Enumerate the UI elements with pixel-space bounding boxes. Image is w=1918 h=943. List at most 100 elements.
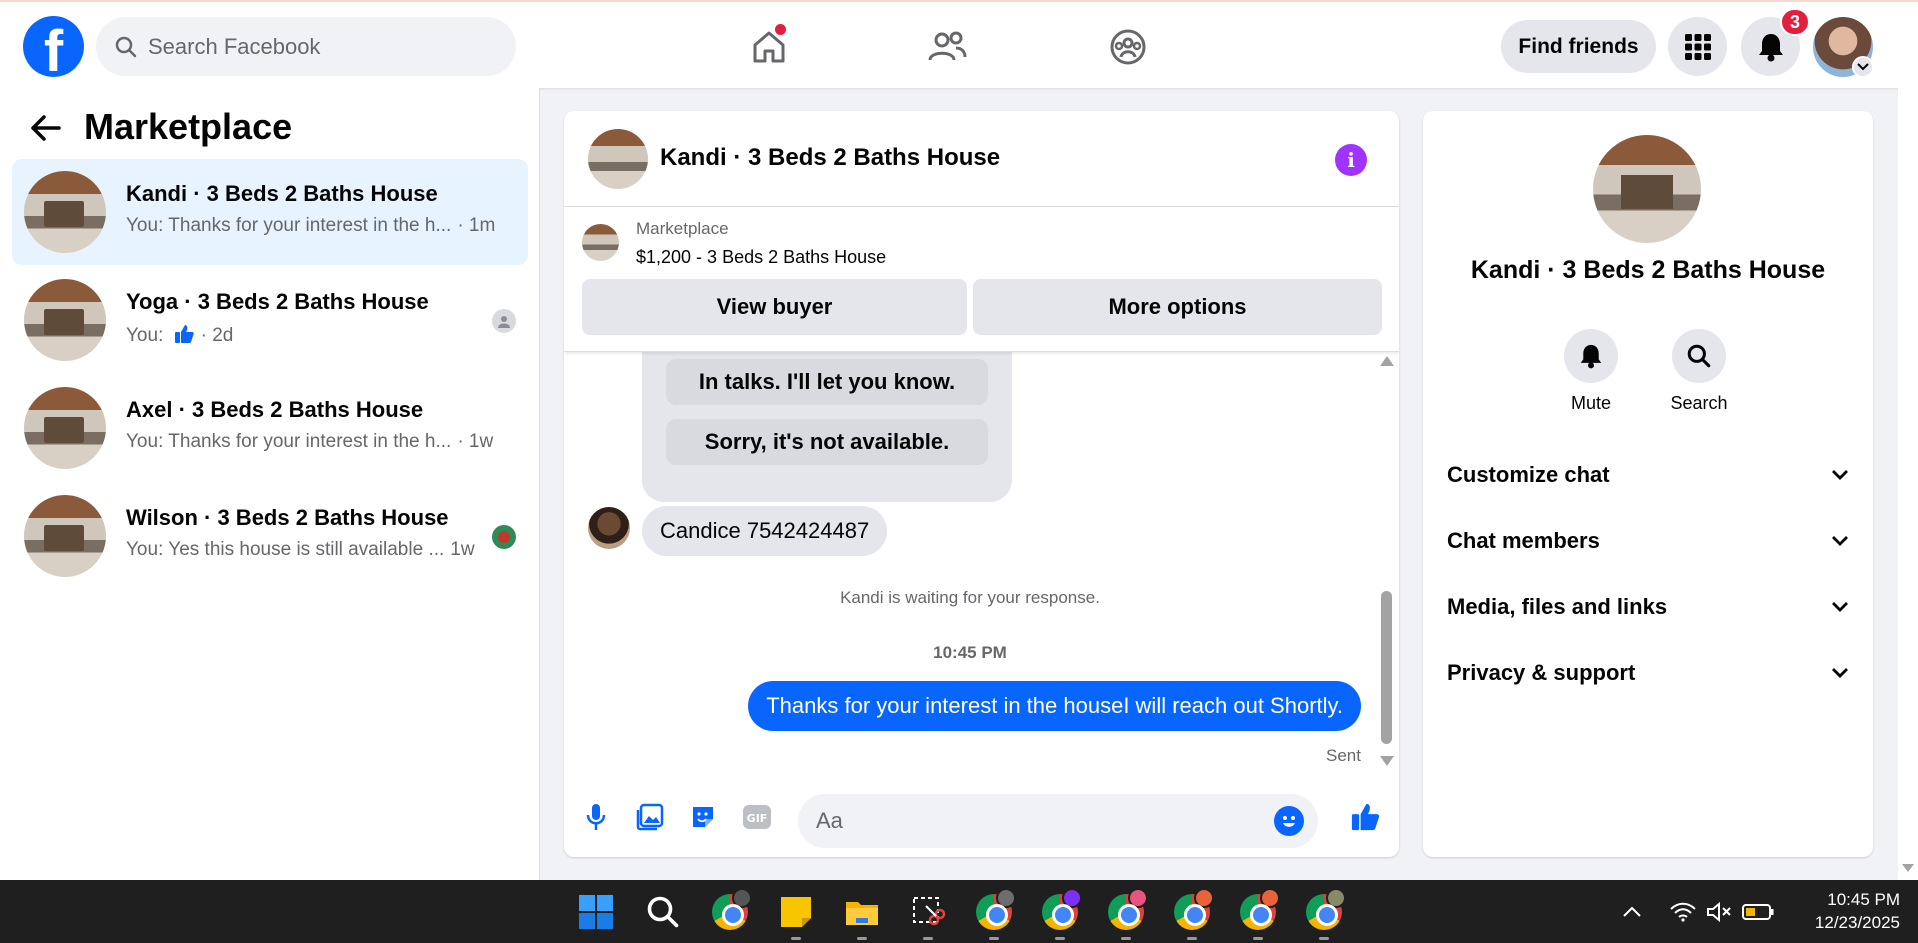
conversation-item[interactable]: Axel · 3 Beds 2 Baths House You: Thanks … (12, 375, 528, 481)
chrome-app-icon[interactable] (1174, 888, 1214, 930)
folder-icon (846, 902, 878, 925)
voice-clip-button[interactable] (579, 800, 613, 834)
media-files-links-section[interactable]: Media, files and links (1447, 587, 1849, 627)
conversation-snippet: You: Thanks for your interest in the h..… (126, 215, 496, 236)
quick-reply-button[interactable]: In talks. I'll let you know. (666, 359, 988, 405)
grid-menu-icon (1684, 33, 1711, 60)
system-clock[interactable]: 10:45 PM 12/23/2025 (1790, 888, 1900, 934)
gif-button[interactable]: GIF (740, 800, 774, 834)
chrome-app-icon[interactable] (1042, 888, 1082, 930)
chrome-app-icon[interactable] (712, 888, 752, 930)
chevron-down-icon (1832, 668, 1848, 678)
section-label: Customize chat (1447, 462, 1610, 487)
scroll-down-arrow[interactable] (1380, 756, 1394, 766)
customize-chat-section[interactable]: Customize chat (1447, 455, 1849, 495)
listing-thumbnail[interactable] (582, 224, 619, 261)
scroll-up-arrow[interactable] (1380, 356, 1394, 366)
emoji-button[interactable] (1274, 806, 1304, 836)
mute-action[interactable]: Mute (1551, 329, 1631, 414)
chat-members-section[interactable]: Chat members (1447, 521, 1849, 561)
back-button[interactable] (30, 114, 62, 147)
page-title: Marketplace (84, 106, 293, 147)
message-composer: GIF (564, 782, 1399, 857)
snipping-tool-app-icon[interactable] (910, 894, 946, 930)
friends-icon (928, 31, 967, 61)
attach-photo-button[interactable] (633, 800, 667, 834)
privacy-support-section[interactable]: Privacy & support (1447, 653, 1849, 693)
conversation-name: Yoga · 3 Beds 2 Baths House (126, 289, 429, 314)
nav-groups[interactable] (1103, 22, 1153, 72)
account-chevron[interactable] (1852, 56, 1874, 78)
volume-status[interactable] (1706, 880, 1732, 943)
chat-avatar[interactable] (588, 129, 648, 189)
marketplace-sidebar: Marketplace Kandi · 3 Beds 2 Baths House… (0, 88, 540, 880)
thumbs-up-icon (1351, 803, 1380, 831)
view-buyer-button[interactable]: View buyer (582, 279, 967, 335)
search-box[interactable] (96, 17, 516, 76)
sticky-notes-app-icon[interactable] (778, 894, 814, 930)
find-friends-button[interactable]: Find friends (1501, 20, 1656, 73)
chrome-app-icon[interactable] (976, 888, 1016, 930)
search-input[interactable] (148, 17, 498, 76)
details-title: Kandi · 3 Beds 2 Baths House (1470, 256, 1826, 284)
chrome-app-icon[interactable] (1306, 888, 1346, 930)
sender-avatar[interactable] (588, 507, 630, 549)
arrow-left-icon (31, 115, 61, 141)
sticker-button[interactable] (686, 800, 720, 834)
profile-badge (1326, 888, 1346, 908)
scroll-thumb[interactable] (1381, 591, 1392, 744)
listing-label: Marketplace (636, 219, 729, 238)
quick-reply-button[interactable]: Sorry, it's not available. (666, 419, 988, 465)
image-icon (636, 803, 664, 831)
conversation-item[interactable]: Wilson · 3 Beds 2 Baths House You: Yes t… (12, 483, 528, 589)
listing-photo[interactable] (1593, 135, 1701, 243)
snipping-tool-icon (913, 897, 946, 926)
wifi-icon (1670, 902, 1696, 922)
profile-badge (1260, 888, 1280, 908)
app-running-indicator (1253, 937, 1263, 940)
listing-thumbnail (24, 171, 106, 253)
page-scrollbar[interactable] (1898, 88, 1918, 880)
chat-title[interactable]: Kandi · 3 Beds 2 Baths House (660, 144, 1000, 172)
listing-thumbnail (24, 387, 106, 469)
show-hidden-icons-button[interactable] (1622, 880, 1642, 943)
section-label: Privacy & support (1447, 660, 1636, 685)
message-input[interactable] (816, 794, 1256, 848)
nav-friends[interactable] (922, 22, 972, 72)
mute-button[interactable] (1564, 329, 1618, 383)
search-action[interactable]: Search (1659, 329, 1739, 414)
menu-button[interactable] (1668, 17, 1727, 76)
chevron-down-icon (1832, 536, 1848, 546)
network-status[interactable] (1670, 880, 1696, 943)
incoming-message: Candice 7542424487 (642, 506, 888, 556)
listing-price-title[interactable]: $1,200 - 3 Beds 2 Baths House (636, 247, 886, 268)
start-button[interactable] (578, 894, 614, 930)
conversation-item[interactable]: Kandi · 3 Beds 2 Baths House You: Thanks… (12, 159, 528, 265)
message-input-wrap[interactable] (798, 794, 1318, 848)
message-scrollbar[interactable] (1378, 352, 1394, 782)
search-in-chat-button[interactable] (1672, 329, 1726, 383)
battery-status[interactable] (1742, 880, 1774, 943)
profile-badge (1128, 888, 1148, 908)
more-options-button[interactable]: More options (973, 279, 1382, 335)
listing-thumbnail (24, 495, 106, 577)
clock-time: 10:45 PM (1827, 890, 1900, 909)
app-running-indicator (1319, 937, 1329, 940)
chrome-app-icon[interactable] (1108, 888, 1148, 930)
windows-icon (579, 895, 613, 929)
taskbar-search-button[interactable] (645, 894, 681, 930)
facebook-logo[interactable]: f (23, 16, 84, 77)
mute-label: Mute (1570, 393, 1612, 413)
app-running-indicator (1055, 937, 1065, 940)
file-explorer-app-icon[interactable] (844, 894, 880, 930)
chevron-down-icon (1832, 602, 1848, 612)
nav-home[interactable] (744, 22, 794, 72)
send-like-button[interactable] (1348, 800, 1382, 834)
info-button[interactable]: i (1335, 144, 1367, 176)
conversation-snippet: You: Thanks for your interest in the h..… (126, 431, 494, 452)
conversation-item[interactable]: Yoga · 3 Beds 2 Baths House You: · 2d (12, 267, 528, 373)
scroll-down-arrow[interactable] (1902, 864, 1914, 872)
microphone-icon (586, 804, 606, 830)
chrome-app-icon[interactable] (1240, 888, 1280, 930)
gif-icon: GIF (743, 805, 771, 829)
